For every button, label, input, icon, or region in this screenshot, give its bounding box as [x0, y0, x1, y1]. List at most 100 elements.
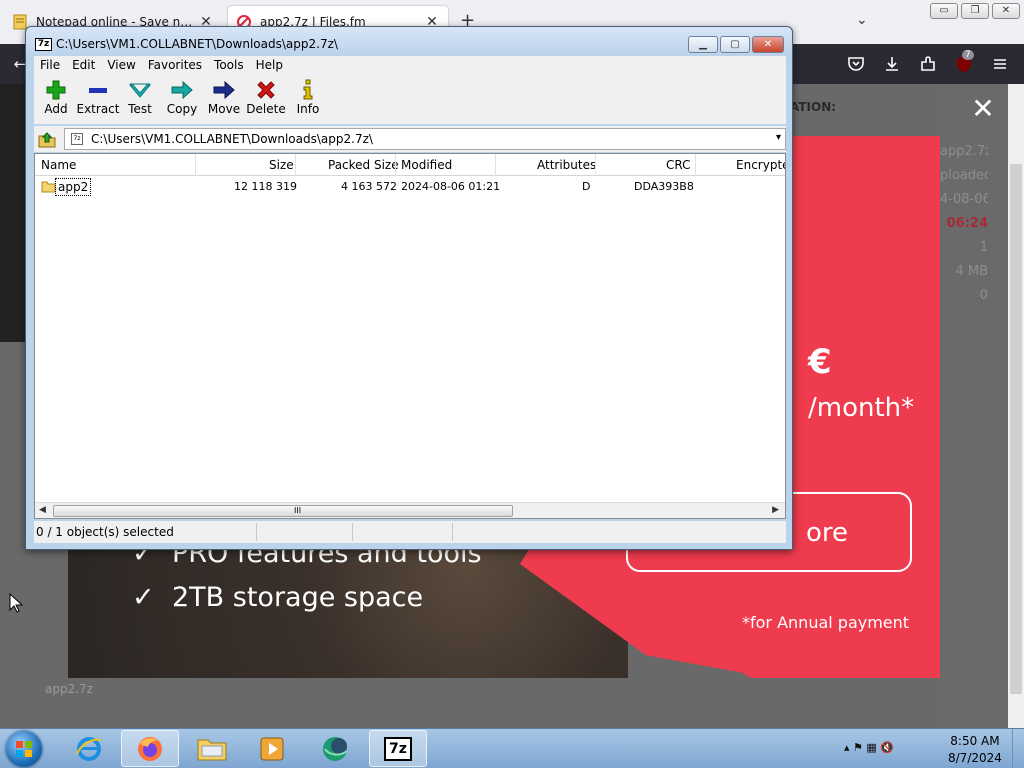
menu-tools[interactable]: Tools: [208, 56, 250, 76]
menu-file[interactable]: File: [34, 56, 66, 76]
pocket-icon[interactable]: [846, 54, 866, 74]
arrow-right-icon: [171, 80, 193, 100]
media-player-icon: [260, 737, 284, 760]
promo-close-icon[interactable]: ✕: [968, 94, 998, 124]
column-packed-size[interactable]: Packed Size: [328, 158, 399, 172]
file-info-status: ploaded: [940, 168, 988, 183]
taskbar-7zip[interactable]: 7z: [369, 730, 427, 767]
x-icon: [257, 81, 275, 99]
test-button[interactable]: Test: [118, 78, 162, 122]
column-encrypted[interactable]: Encrypte: [736, 158, 785, 172]
clock-time: 8:50 AM: [950, 734, 1000, 748]
toolbar: Add Extract Test Copy Move Delete Info: [34, 76, 786, 124]
minimize-icon[interactable]: ▭: [930, 3, 958, 19]
taskbar-internet-explorer[interactable]: [60, 730, 118, 767]
column-divider[interactable]: [395, 154, 396, 176]
promo-price-currency: €: [808, 342, 832, 382]
system-clock[interactable]: 8:50 AM 8/7/2024: [948, 733, 1002, 767]
windows-logo-icon: [16, 741, 32, 757]
cell-name: app2: [55, 178, 92, 196]
minimize-button[interactable]: ▁: [688, 36, 718, 53]
page-scrollbar[interactable]: [1008, 84, 1024, 728]
horizontal-scrollbar[interactable]: ◀ III ▶: [35, 502, 785, 518]
tab-list-icon[interactable]: ⌄: [856, 12, 868, 28]
minus-icon: [89, 88, 107, 93]
taskbar-file-explorer[interactable]: [183, 730, 241, 767]
toolbar-label: Info: [296, 102, 320, 116]
column-divider[interactable]: [695, 154, 696, 176]
chevron-down-icon[interactable]: ▾: [776, 132, 781, 143]
info-button[interactable]: Info: [286, 78, 330, 122]
show-desktop-button[interactable]: [1012, 729, 1024, 768]
column-modified[interactable]: Modified: [401, 158, 452, 172]
extract-button[interactable]: Extract: [76, 78, 120, 122]
file-info-count: 1: [979, 240, 988, 255]
globe-app-icon: [323, 736, 348, 761]
toolbar-label: Test: [128, 102, 152, 116]
close-button[interactable]: ✕: [752, 36, 784, 53]
file-info-size: 4 MB: [955, 264, 988, 279]
close-icon[interactable]: ✕: [992, 3, 1020, 19]
menu-icon[interactable]: [990, 54, 1010, 74]
status-bar: 0 / 1 object(s) selected: [34, 521, 786, 543]
toolbar-label: Move: [207, 102, 241, 116]
taskbar-app-globe[interactable]: [306, 730, 364, 767]
menu-favorites[interactable]: Favorites: [142, 56, 208, 76]
add-button[interactable]: Add: [34, 78, 78, 122]
toolbar-label: Copy: [166, 102, 198, 116]
status-divider: [256, 523, 257, 541]
column-divider[interactable]: [295, 154, 296, 176]
window-title: C:\Users\VM1.COLLABNET\Downloads\app2.7z…: [56, 37, 338, 51]
window-controls: ▁ ▢ ✕: [688, 36, 784, 53]
address-input[interactable]: 7z C:\Users\VM1.COLLABNET\Downloads\app2…: [64, 128, 786, 150]
toolbar-label: Add: [44, 102, 68, 116]
download-icon[interactable]: [882, 54, 902, 74]
cell-modified: 2024-08-06 01:21: [401, 180, 501, 193]
cell-attributes: D: [582, 180, 591, 193]
internet-explorer-icon: [76, 736, 102, 761]
file-list[interactable]: Name Size Packed Size Modified Attribute…: [34, 153, 786, 519]
taskbar: 7z ▴ ⚑ ▦ 🔇 8:50 AM 8/7/2024: [0, 728, 1024, 768]
folder-icon: [197, 739, 227, 760]
menu-view[interactable]: View: [101, 56, 141, 76]
system-tray-icons[interactable]: ▴ ⚑ ▦ 🔇: [844, 741, 894, 754]
sevenzip-icon: 7z: [384, 736, 412, 761]
column-divider[interactable]: [195, 154, 196, 176]
copy-button[interactable]: Copy: [160, 78, 204, 122]
column-name[interactable]: Name: [41, 158, 76, 172]
maximize-button[interactable]: ▢: [720, 36, 750, 53]
file-info-date: 4-08-06: [940, 192, 988, 207]
column-size[interactable]: Size: [269, 158, 294, 172]
folder-up-icon[interactable]: [37, 130, 57, 148]
scrollbar-thumb[interactable]: III: [53, 505, 513, 517]
firefox-icon: [138, 736, 162, 761]
taskbar-media-player[interactable]: [243, 730, 301, 767]
restore-icon[interactable]: ❐: [961, 3, 989, 19]
check-icon: [128, 83, 152, 98]
menu-edit[interactable]: Edit: [66, 56, 101, 76]
clock-date: 8/7/2024: [948, 751, 1002, 765]
scroll-right-icon[interactable]: ▶: [772, 505, 779, 515]
cell-size: 12 118 319: [234, 180, 297, 193]
status-divider: [452, 523, 453, 541]
archive-icon: 7z: [71, 133, 83, 145]
extensions-icon[interactable]: [918, 54, 938, 74]
address-bar: 7z C:\Users\VM1.COLLABNET\Downloads\app2…: [34, 126, 786, 152]
arrow-right-icon: [213, 80, 235, 100]
column-attributes[interactable]: Attributes: [537, 158, 596, 172]
taskbar-firefox[interactable]: [121, 730, 179, 767]
move-button[interactable]: Move: [202, 78, 246, 122]
sevenzip-titlebar[interactable]: 7z C:\Users\VM1.COLLABNET\Downloads\app2…: [26, 27, 792, 59]
menu-help[interactable]: Help: [250, 56, 289, 76]
table-row[interactable]: app2 12 118 319 4 163 572 2024-08-06 01:…: [35, 178, 785, 196]
start-button[interactable]: [6, 731, 42, 767]
toolbar-label: Extract: [76, 102, 120, 116]
column-divider[interactable]: [495, 154, 496, 176]
column-divider[interactable]: [595, 154, 596, 176]
scrollbar-thumb[interactable]: [1010, 164, 1022, 694]
column-crc[interactable]: CRC: [666, 158, 691, 172]
info-ribbon: ATION:: [790, 100, 837, 114]
delete-button[interactable]: Delete: [244, 78, 288, 122]
scroll-left-icon[interactable]: ◀: [39, 505, 46, 515]
folder-icon: [41, 181, 56, 193]
